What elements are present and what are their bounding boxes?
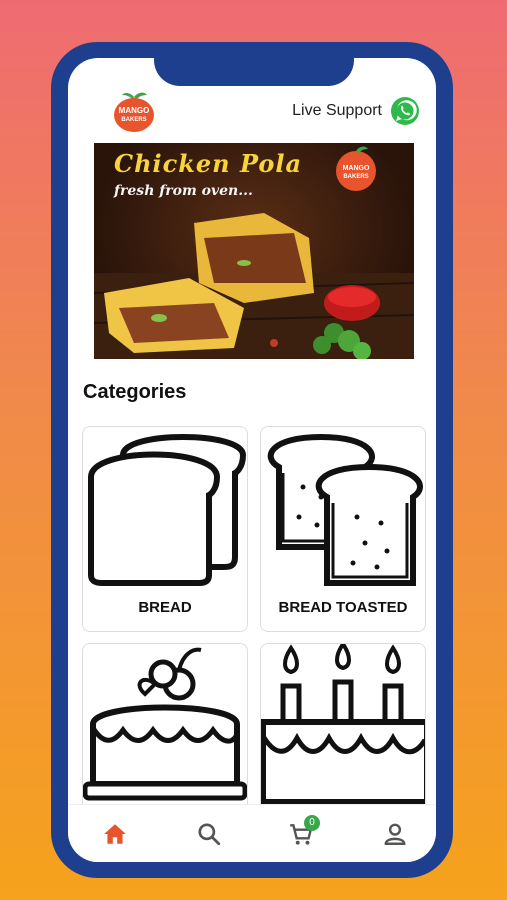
- promo-banner[interactable]: Chicken Pola fresh from oven... MANGO BA…: [94, 143, 414, 359]
- banner-logo-line2: BAKERS: [343, 174, 368, 180]
- brand-line1: MANGO: [119, 106, 150, 115]
- profile-icon[interactable]: [382, 821, 408, 847]
- app-screen: MANGO BAKERS Live Support Chicken Pola f…: [68, 58, 436, 862]
- category-label-bread: BREAD: [138, 599, 192, 616]
- brand-logo[interactable]: MANGO BAKERS: [111, 88, 157, 134]
- phone-notch: [154, 42, 354, 86]
- category-card-cake[interactable]: [82, 643, 248, 815]
- banner-food-image: MANGO BAKERS: [94, 146, 414, 359]
- category-label-bread-toasted: BREAD TOASTED: [278, 599, 408, 616]
- categories-heading: Categories: [83, 381, 187, 403]
- banner-logo-line1: MANGO: [343, 165, 370, 172]
- toast-icon: [267, 433, 423, 586]
- live-support-button[interactable]: Live Support: [292, 96, 420, 126]
- bottom-nav: 0: [68, 804, 436, 862]
- search-icon[interactable]: [196, 821, 222, 847]
- cart-button[interactable]: 0: [288, 815, 320, 847]
- cake-icon: [83, 647, 247, 801]
- bread-icon: [88, 434, 247, 586]
- whatsapp-icon: [391, 97, 419, 125]
- brand-line2: BAKERS: [121, 117, 146, 123]
- birthday-cake-icon: [261, 644, 425, 805]
- cart-count-badge: 0: [304, 815, 320, 831]
- category-card-bread-toasted[interactable]: BREAD TOASTED: [260, 426, 426, 632]
- category-card-bread[interactable]: BREAD: [82, 426, 248, 632]
- home-icon[interactable]: [102, 821, 128, 847]
- live-support-label: Live Support: [292, 102, 382, 119]
- category-card-birthday-cake[interactable]: [260, 643, 426, 815]
